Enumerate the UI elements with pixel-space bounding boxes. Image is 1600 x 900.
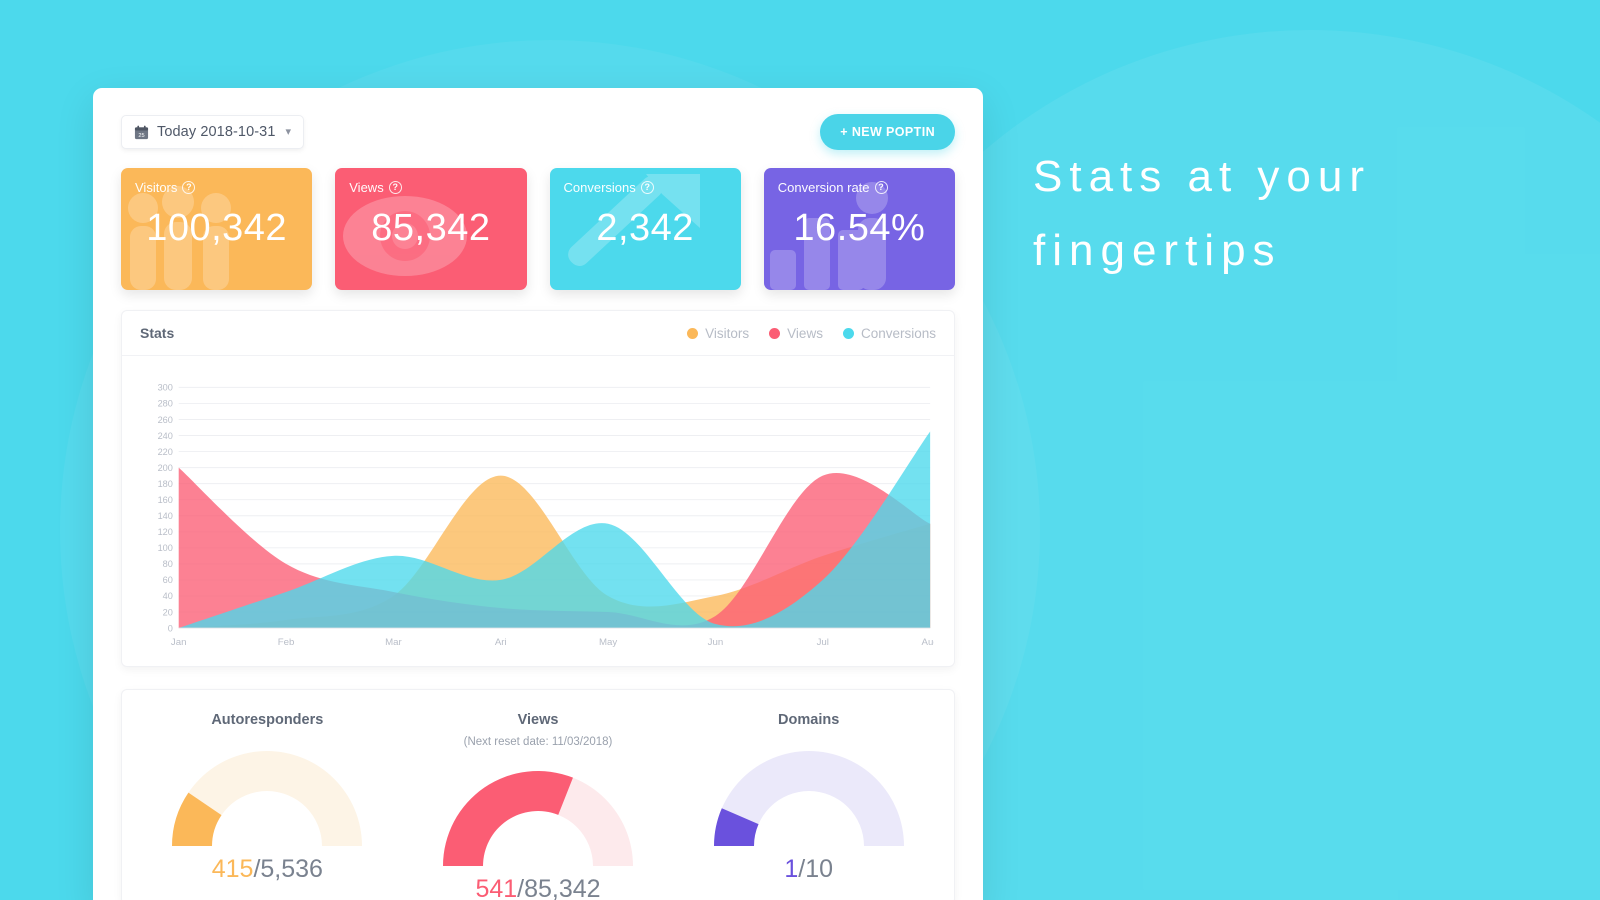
svg-text:80: 80	[163, 559, 173, 569]
gauge-title: Views	[517, 712, 559, 728]
svg-text:100: 100	[158, 543, 173, 553]
svg-text:160: 160	[158, 495, 173, 505]
new-poptin-button[interactable]: + NEW POPTIN	[820, 114, 955, 150]
gauge-fill	[443, 771, 573, 866]
dashboard-window: 25 Today 2018-10-31 ▾ + NEW POPTIN Visit…	[93, 88, 983, 900]
stat-card-value: 16.54%	[793, 207, 926, 249]
gauge-subtitle: (Next reset date: 11/03/2018)	[463, 736, 613, 748]
stat-card-conversions[interactable]: Conversions ? 2,342	[549, 168, 741, 290]
svg-text:260: 260	[158, 415, 173, 425]
legend-item-visitors[interactable]: Visitors	[687, 326, 749, 341]
panel-title: Stats	[140, 325, 175, 341]
headline-line-1: Stats at your	[1033, 152, 1372, 201]
gauge-total: 10	[805, 855, 834, 883]
gauge-views: Views (Next reset date: 11/03/2018) 541/…	[403, 712, 674, 900]
gauge-autoresponders: Autoresponders 415/5,536	[132, 712, 403, 900]
svg-text:25: 25	[138, 133, 144, 139]
legend-item-conversions[interactable]: Conversions	[842, 325, 936, 341]
svg-text:20: 20	[163, 607, 173, 617]
svg-text:40: 40	[163, 591, 173, 601]
svg-text:240: 240	[158, 431, 173, 441]
svg-text:Feb: Feb	[278, 637, 295, 648]
legend-dot-views	[769, 327, 781, 339]
svg-text:Jun: Jun	[708, 637, 724, 648]
stat-card-conversion-rate[interactable]: Conversion rate ? 16.54%	[763, 168, 955, 290]
stat-card-label-text: Views	[349, 180, 384, 195]
chart-legend: Visitors Views Conversions	[687, 326, 936, 341]
svg-text:0: 0	[168, 623, 173, 633]
gauge-current: 415	[211, 855, 254, 883]
help-icon[interactable]: ?	[388, 181, 402, 194]
gauge-title: Autoresponders	[211, 712, 324, 728]
stats-panel-header: Stats Visitors Views Conversions	[122, 311, 954, 356]
gauge-current: 1	[784, 855, 799, 883]
toolbar: 25 Today 2018-10-31 ▾ + NEW POPTIN	[121, 110, 955, 154]
svg-text:60: 60	[163, 575, 173, 585]
gauge-arc	[403, 764, 674, 879]
help-icon[interactable]: ?	[874, 181, 888, 194]
svg-text:140: 140	[158, 511, 173, 521]
chevron-down-icon: ▾	[285, 125, 292, 138]
stat-card-label-text: Visitors	[135, 180, 178, 195]
date-range-label: Today 2018-10-31	[157, 124, 276, 140]
stats-card-row: Visitors ? 100,342 Views ? 85,342 Conver…	[121, 168, 955, 290]
stat-card-label-text: Conversions	[563, 180, 636, 195]
date-range-selector[interactable]: 25 Today 2018-10-31 ▾	[121, 115, 305, 149]
svg-text:300: 300	[158, 383, 173, 393]
gauge-current: 541	[475, 875, 518, 900]
stat-card-label-text: Conversion rate	[777, 180, 870, 195]
stat-card-visitors[interactable]: Visitors ? 100,342	[121, 168, 313, 290]
svg-text:Jan: Jan	[171, 637, 187, 648]
gauge-total: 85,342	[524, 875, 601, 900]
gauge-value: 415/5,536	[132, 855, 403, 884]
stat-card-views[interactable]: Views ? 85,342	[335, 168, 527, 290]
calendar-icon: 25	[134, 125, 149, 140]
svg-text:120: 120	[158, 527, 173, 537]
stat-card-label: Visitors ?	[135, 180, 298, 195]
gauges-panel: Autoresponders 415/5,536 Views (Next res…	[121, 689, 955, 900]
svg-text:Ari: Ari	[495, 637, 507, 648]
svg-text:Mar: Mar	[385, 637, 402, 648]
legend-label: Views	[787, 325, 823, 341]
headline-line-2: fingertips	[1033, 226, 1282, 275]
svg-text:280: 280	[158, 399, 173, 409]
help-icon[interactable]: ?	[182, 181, 196, 194]
gauge-arc	[673, 744, 944, 859]
svg-text:Aug: Aug	[922, 637, 934, 648]
legend-item-views[interactable]: Views	[769, 326, 823, 341]
gauge-domains: Domains 1/10	[673, 712, 944, 900]
svg-text:180: 180	[158, 479, 173, 489]
legend-dot-visitors	[687, 327, 699, 339]
gauge-value: 1/10	[673, 855, 944, 884]
gauge-title: Domains	[778, 712, 840, 728]
legend-dot-conversions	[842, 327, 854, 339]
stat-card-label: Views ?	[349, 180, 512, 195]
svg-text:200: 200	[158, 463, 173, 473]
stat-card-value: 2,342	[596, 207, 694, 249]
gauge-total: 5,536	[260, 855, 323, 883]
stats-chart-panel: Stats Visitors Views Conversions 0 20 40 60…	[121, 310, 955, 667]
stat-card-value: 100,342	[146, 207, 288, 249]
marketing-headline: Stats at your fingertips	[1033, 140, 1533, 288]
gauge-arc	[132, 744, 403, 859]
svg-text:May: May	[599, 637, 617, 648]
area-chart: 0 20 40 60 80 100 120 140 160 180 200 220 240 260 280 3…	[122, 356, 954, 666]
svg-text:220: 220	[158, 447, 173, 457]
stat-card-label: Conversion rate ?	[778, 180, 941, 195]
stat-card-label: Conversions ?	[564, 180, 727, 195]
stat-card-value: 85,342	[371, 207, 491, 249]
help-icon[interactable]: ?	[640, 181, 654, 194]
legend-label: Conversions	[860, 325, 936, 341]
legend-label: Visitors	[705, 325, 750, 341]
svg-text:Jul: Jul	[817, 637, 829, 648]
